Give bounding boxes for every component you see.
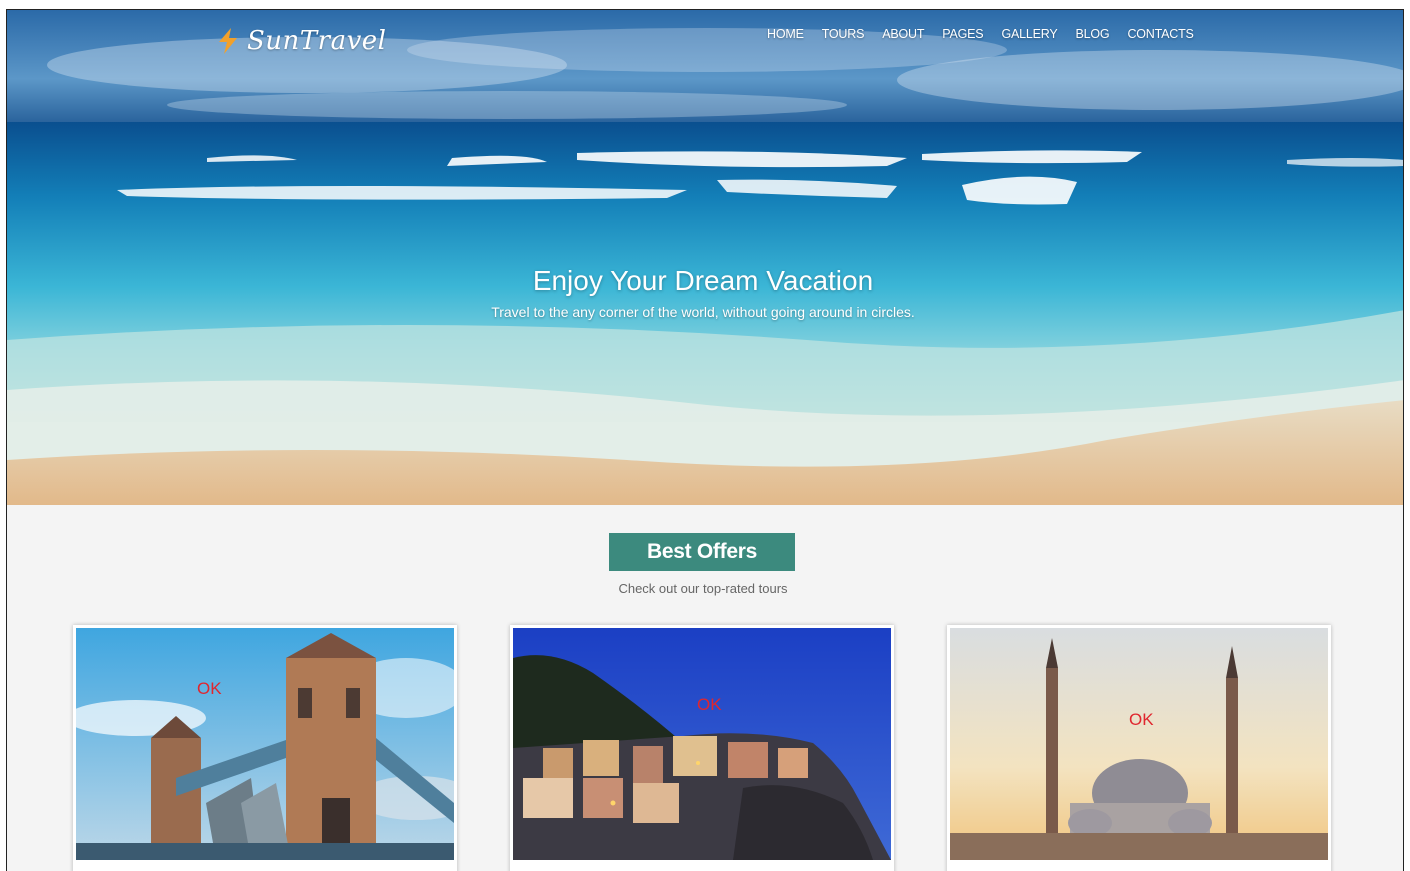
hero-title: Enjoy Your Dream Vacation: [532, 265, 874, 296]
offer-card[interactable]: OK: [947, 625, 1331, 871]
main-nav: HOME TOURS ABOUT PAGES GALLERY BLOG CONT…: [767, 26, 1212, 42]
nav-item-home[interactable]: HOME: [767, 26, 804, 42]
nav-item-blog[interactable]: BLOG: [1076, 26, 1110, 42]
brand-name: SunTravel: [247, 26, 387, 56]
offers-subtitle: Check out our top-rated tours: [618, 581, 788, 596]
nav-item-gallery[interactable]: GALLERY: [1001, 26, 1057, 42]
beach-hero-image: [7, 10, 1403, 505]
brand-logo[interactable]: SunTravel: [217, 26, 386, 56]
offer-card-label: OK: [697, 695, 722, 714]
offer-card[interactable]: OK: [73, 625, 457, 871]
best-offers-button[interactable]: Best Offers: [609, 533, 795, 571]
nav-item-about[interactable]: ABOUT: [882, 26, 924, 42]
offer-card-label: OK: [197, 679, 222, 698]
nav-item-pages[interactable]: PAGES: [942, 26, 983, 42]
tower-bridge-photo: [76, 628, 454, 860]
hero-section: SunTravel HOME TOURS ABOUT PAGES GALLERY…: [7, 10, 1403, 505]
offer-card[interactable]: OK: [510, 625, 894, 871]
browser-viewport: SunTravel HOME TOURS ABOUT PAGES GALLERY…: [6, 9, 1404, 871]
nav-item-tours[interactable]: TOURS: [822, 26, 865, 42]
nav-item-contacts[interactable]: CONTACTS: [1127, 26, 1193, 42]
mosque-sunset-photo: [950, 628, 1328, 860]
coastal-village-night-photo: [513, 628, 891, 860]
lightning-icon: [219, 28, 237, 54]
hero-subtitle: Travel to the any corner of the world, w…: [491, 304, 915, 320]
offer-card-label: OK: [1129, 710, 1154, 729]
